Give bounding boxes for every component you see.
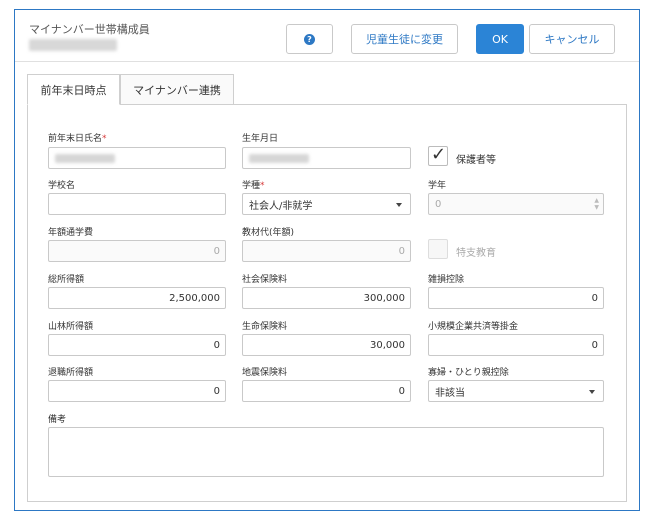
chevron-down-icon bbox=[396, 203, 402, 207]
special-education-checkbox bbox=[428, 239, 448, 259]
name-input[interactable] bbox=[48, 147, 226, 169]
tab-year-end[interactable]: 前年末日時点 bbox=[27, 74, 120, 105]
spinner-icon: ▲ ▼ bbox=[594, 197, 599, 211]
dialog-title: マイナンバー世帯構成員 bbox=[29, 23, 150, 36]
textbook-label: 教材代(年額) bbox=[242, 228, 295, 238]
retirement-income-label: 退職所得額 bbox=[48, 368, 94, 378]
tuition-input: 0 bbox=[48, 240, 226, 262]
dialog-header: マイナンバー世帯構成員 ? 児童生徒に変更 OK キャンセル bbox=[15, 10, 639, 62]
small-business-input[interactable]: 0 bbox=[428, 334, 604, 356]
cancel-button[interactable]: キャンセル bbox=[529, 24, 615, 54]
total-income-label: 総所得額 bbox=[48, 275, 85, 285]
birth-value-redacted bbox=[249, 153, 309, 163]
name-label: 前年末日氏名* bbox=[48, 134, 107, 144]
widow-deduction-label: 寡婦・ひとり親控除 bbox=[428, 368, 509, 378]
tuition-label: 年額通学費 bbox=[48, 228, 94, 238]
school-input[interactable] bbox=[48, 193, 226, 215]
remarks-textarea[interactable] bbox=[48, 427, 604, 477]
change-to-student-button[interactable]: 児童生徒に変更 bbox=[351, 24, 458, 54]
ok-button[interactable]: OK bbox=[476, 24, 524, 54]
textbook-input: 0 bbox=[242, 240, 411, 262]
member-name-redacted bbox=[29, 39, 117, 51]
social-insurance-input[interactable]: 300,000 bbox=[242, 287, 411, 309]
birth-label: 生年月日 bbox=[242, 134, 279, 144]
grade-input: 0 ▲ ▼ bbox=[428, 193, 604, 215]
life-insurance-label: 生命保険料 bbox=[242, 322, 288, 332]
remarks-label: 備考 bbox=[48, 415, 67, 425]
social-insurance-label: 社会保険料 bbox=[242, 275, 288, 285]
forest-income-label: 山林所得額 bbox=[48, 322, 94, 332]
small-business-label: 小規模企業共済等掛金 bbox=[428, 322, 519, 332]
name-value-redacted bbox=[55, 153, 115, 163]
total-income-input[interactable]: 2,500,000 bbox=[48, 287, 226, 309]
forest-income-input[interactable]: 0 bbox=[48, 334, 226, 356]
tab-mynumber-link[interactable]: マイナンバー連携 bbox=[120, 74, 234, 105]
guardian-checkbox[interactable]: ✓ bbox=[428, 144, 448, 166]
casualty-label: 雑損控除 bbox=[428, 275, 465, 285]
help-button[interactable]: ? bbox=[286, 24, 333, 54]
special-education-label: 特支教育 bbox=[456, 248, 496, 259]
earthquake-insurance-input[interactable]: 0 bbox=[242, 380, 411, 402]
grade-value: 0 bbox=[435, 198, 442, 210]
school-type-label: 学種* bbox=[242, 181, 265, 191]
grade-label: 学年 bbox=[428, 181, 447, 191]
guardian-label: 保護者等 bbox=[456, 155, 496, 166]
life-insurance-input[interactable]: 30,000 bbox=[242, 334, 411, 356]
school-label: 学校名 bbox=[48, 181, 76, 191]
widow-deduction-value: 非該当 bbox=[435, 387, 465, 399]
school-type-value: 社会人/非就学 bbox=[249, 200, 313, 212]
help-icon: ? bbox=[304, 33, 315, 45]
birth-input[interactable] bbox=[242, 147, 411, 169]
school-type-select[interactable]: 社会人/非就学 bbox=[242, 193, 411, 215]
chevron-down-icon bbox=[589, 390, 595, 394]
casualty-input[interactable]: 0 bbox=[428, 287, 604, 309]
widow-deduction-select[interactable]: 非該当 bbox=[428, 380, 604, 402]
earthquake-insurance-label: 地震保険料 bbox=[242, 368, 288, 378]
retirement-income-input[interactable]: 0 bbox=[48, 380, 226, 402]
check-icon: ✓ bbox=[431, 144, 447, 165]
